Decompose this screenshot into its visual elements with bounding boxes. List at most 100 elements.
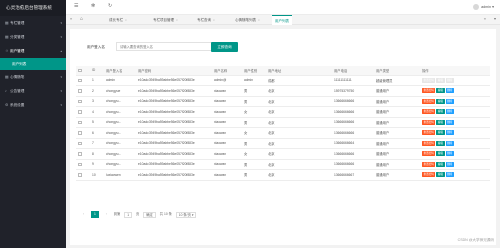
cell-addr: 北京 <box>266 138 332 149</box>
chevron-down-icon[interactable]: ▾ <box>494 16 496 21</box>
page-current[interactable]: 1 <box>90 211 99 218</box>
tab[interactable]: 专栏项目管理 × <box>150 15 181 25</box>
search-input[interactable] <box>116 42 212 51</box>
sidebar-item[interactable]: ▦心情随笔 ▾ <box>0 70 66 84</box>
cell-login: chongyu... <box>104 159 136 170</box>
edit-button[interactable]: 编辑 <box>436 140 445 146</box>
cell-name: xiaowan <box>212 117 242 128</box>
goto-input[interactable]: 1 <box>124 211 133 218</box>
query-button[interactable]: 立即查询 <box>211 42 238 52</box>
edit-button[interactable]: 编辑 <box>436 88 445 94</box>
edit-button[interactable]: 编辑 <box>436 109 445 115</box>
row-checkbox[interactable] <box>78 173 82 177</box>
select-all-checkbox[interactable] <box>78 68 82 73</box>
column-header: 用户名称 <box>212 66 242 76</box>
row-checkbox[interactable] <box>78 110 82 114</box>
sidebar-item-label: 公告管理 <box>10 89 25 93</box>
cell-actions: 重置密码 编辑 删除 <box>420 169 490 181</box>
reset-password-button[interactable]: 重置密码 <box>422 88 436 94</box>
settings-icon[interactable]: ✻ <box>91 3 95 9</box>
cell-phone: 11111111111 <box>332 75 374 86</box>
tab[interactable]: 专栏查询 × <box>194 15 218 25</box>
refresh-icon[interactable]: ↻ <box>108 3 112 9</box>
user-menu[interactable]: admin ▾ <box>473 4 494 10</box>
table-row: 6 chongyu... e10adc3949ba59abbe56e057f20f8… <box>76 127 490 139</box>
tab-label: 专栏查询 <box>197 18 211 22</box>
avatar <box>473 4 480 10</box>
cell-sex: 女 <box>242 127 266 139</box>
row-checkbox[interactable] <box>78 162 82 167</box>
row-select-cell <box>76 117 90 128</box>
sidebar-item[interactable]: ☺用户管理 ▴ <box>0 44 66 58</box>
row-checkbox[interactable] <box>78 120 82 125</box>
next-page-icon[interactable]: › <box>103 211 110 218</box>
prev-page-icon[interactable]: ‹ <box>80 211 87 218</box>
close-icon[interactable]: × <box>213 18 215 22</box>
tab-strip: « ⌂ 成长专栏 × 专栏项目管理 × 专栏查询 × 心情随笔列表 × 用户列表 » ▾ <box>66 15 500 25</box>
tab-scroll-left-icon[interactable]: « <box>70 16 72 21</box>
tab[interactable]: 成长专栏 × <box>106 15 130 25</box>
row-checkbox[interactable] <box>78 131 82 135</box>
delete-button[interactable]: 删除 <box>445 109 454 115</box>
sidebar-item[interactable]: ♪ 公告管理 ▾ <box>0 84 66 98</box>
sidebar-item[interactable]: ▦分类管理 ▾ <box>0 30 66 44</box>
cell-name: xiaowan <box>212 148 242 160</box>
delete-button[interactable]: 删除 <box>445 172 454 178</box>
cell-sex: 男 <box>242 85 266 97</box>
row-checkbox[interactable] <box>78 78 82 83</box>
cell-name: xiaowan <box>212 106 242 118</box>
tab[interactable]: 心情随笔列表 × <box>232 15 263 25</box>
edit-button[interactable]: 编辑 <box>436 130 445 136</box>
reset-password-button[interactable]: 重置密码 <box>422 119 436 125</box>
cell-actions: 重置密码 编辑 删除 <box>420 75 490 86</box>
cell-type: 普通用户 <box>374 138 420 149</box>
edit-button[interactable]: 编辑 <box>436 172 445 178</box>
row-checkbox[interactable] <box>78 99 82 104</box>
cell-login: chongyu... <box>104 138 136 149</box>
delete-button[interactable]: 删除 <box>445 130 454 136</box>
column-header: 用户登入名 <box>104 66 136 76</box>
chevron-down-icon: ▾ <box>60 89 62 93</box>
delete-button[interactable]: 删除 <box>445 119 454 125</box>
tab-scroll-right-icon[interactable]: » <box>484 16 486 21</box>
edit-button[interactable]: 编辑 <box>436 119 445 125</box>
sidebar-subitem-user-list[interactable]: 用户列表 <box>0 58 66 70</box>
row-checkbox[interactable] <box>78 152 82 156</box>
delete-button[interactable]: 删除 <box>445 151 454 157</box>
row-checkbox[interactable] <box>78 89 82 93</box>
delete-button[interactable]: 删除 <box>445 161 454 167</box>
page-size-select[interactable]: 10 条/页 ▾ <box>175 211 197 218</box>
reset-password-button[interactable]: 重置密码 <box>422 161 436 167</box>
close-icon[interactable]: × <box>125 18 127 22</box>
sidebar-item[interactable]: ▦专栏管理 ▾ <box>0 16 66 30</box>
delete-button[interactable]: 删除 <box>445 98 454 104</box>
reset-password-button[interactable]: 重置密码 <box>422 130 436 136</box>
menu-toggle-icon[interactable]: ☰ <box>74 3 78 9</box>
cell-addr: 北京 <box>266 85 332 97</box>
close-icon[interactable]: × <box>258 18 260 22</box>
delete-button[interactable]: 删除 <box>445 88 454 94</box>
reset-password-button[interactable]: 重置密码 <box>422 140 436 146</box>
reset-password-button[interactable]: 重置密码 <box>422 109 436 115</box>
reset-password-button[interactable]: 重置密码 <box>422 172 436 178</box>
edit-button[interactable]: 编辑 <box>436 98 445 104</box>
reset-password-button[interactable]: 重置密码 <box>422 98 436 104</box>
cell-type: 超级管理员 <box>374 75 420 86</box>
reset-password-button[interactable]: 重置密码 <box>422 151 436 157</box>
cell-addr: 北京 <box>266 159 332 170</box>
edit-button[interactable]: 编辑 <box>436 77 445 83</box>
reset-password-button[interactable]: 重置密码 <box>422 77 436 83</box>
edit-button[interactable]: 编辑 <box>436 151 445 157</box>
sidebar-item[interactable]: ⚙ 系统设置 ▾ <box>0 98 66 112</box>
close-icon[interactable]: × <box>176 18 178 22</box>
home-icon[interactable]: ⌂ <box>80 16 83 22</box>
goto-confirm-button[interactable]: 确定 <box>143 211 156 218</box>
tab[interactable]: 用户列表 <box>272 15 292 25</box>
edit-button[interactable]: 编辑 <box>436 161 445 167</box>
tab-label: 成长专栏 <box>109 18 123 22</box>
row-select-cell <box>76 85 90 97</box>
cell-pwd: e10adc3949ba59abbe56e057f20f883e <box>136 85 212 97</box>
row-checkbox[interactable] <box>78 141 82 146</box>
delete-button[interactable]: 删除 <box>445 77 454 83</box>
delete-button[interactable]: 删除 <box>445 140 454 146</box>
